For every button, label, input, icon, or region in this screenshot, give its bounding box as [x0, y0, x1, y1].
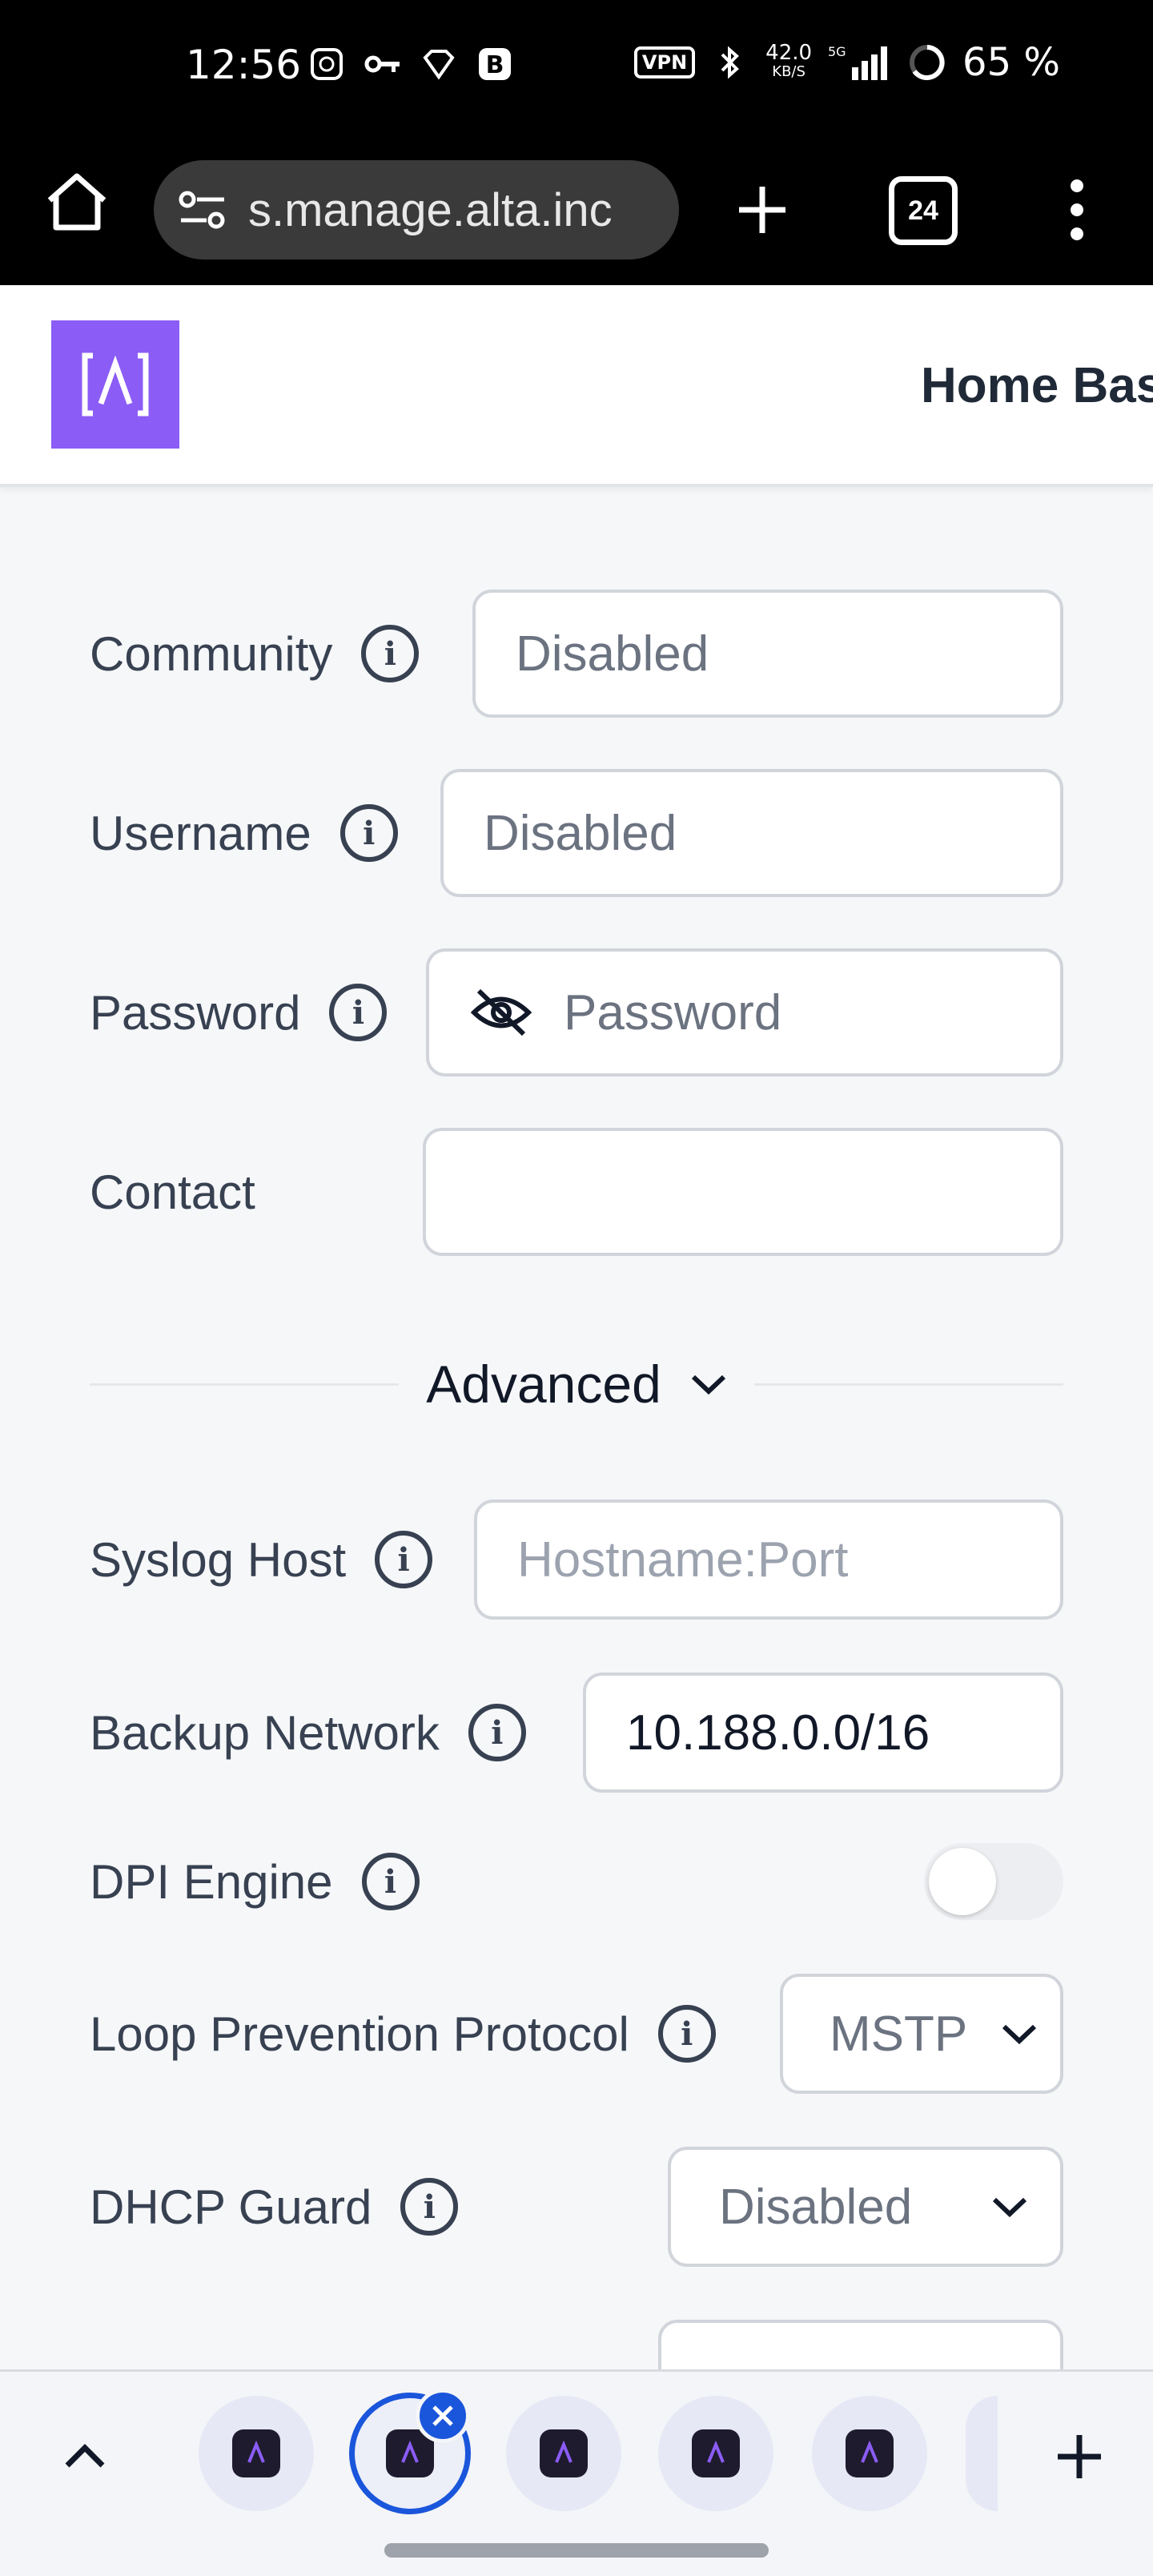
loop-prevention-label: Loop Prevention Protocol: [90, 2006, 629, 2061]
advanced-toggle-button[interactable]: Advanced: [399, 1354, 754, 1415]
contact-label: Contact: [90, 1165, 255, 1219]
contact-row: Contact: [90, 1128, 1063, 1256]
site-title[interactable]: Home Bas: [921, 357, 1153, 414]
tab-thumbnail-partial[interactable]: [966, 2396, 998, 2511]
plus-icon: [1058, 2435, 1101, 2478]
expand-tabs-button[interactable]: [48, 2420, 122, 2493]
password-label: Password: [90, 985, 301, 1040]
add-tab-button[interactable]: [1038, 2415, 1121, 2498]
alta-favicon: [846, 2429, 894, 2477]
partial-field[interactable]: [658, 2320, 1063, 2369]
tab-thumbnail[interactable]: [812, 2396, 927, 2511]
new-tab-button[interactable]: [721, 168, 804, 252]
syslog-host-row: Syslog Host i Hostname:Port: [90, 1499, 1063, 1620]
partial-row: [90, 2320, 1063, 2369]
settings-form: Community i Disabled Username i Disabled…: [0, 487, 1153, 2369]
vpn-badge: VPN: [633, 46, 696, 78]
loop-prevention-row: Loop Prevention Protocol i MSTP: [90, 1974, 1063, 2094]
loop-prevention-select[interactable]: MSTP: [780, 1974, 1063, 2094]
community-row: Community i Disabled: [90, 590, 1063, 718]
tab-switcher-button[interactable]: 24: [889, 176, 958, 245]
plus-icon: [739, 187, 785, 233]
dpi-engine-row: DPI Engine i: [90, 1837, 1063, 1926]
dpi-engine-toggle[interactable]: [924, 1843, 1063, 1920]
info-icon[interactable]: i: [657, 2005, 716, 2063]
info-icon[interactable]: i: [361, 1853, 420, 1910]
bluetooth-icon: [711, 43, 749, 82]
svg-text:5G: 5G: [828, 44, 846, 59]
home-icon: [47, 173, 106, 231]
dhcp-guard-label: DHCP Guard: [90, 2180, 372, 2234]
alta-favicon: [540, 2429, 588, 2477]
tab-thumbnail[interactable]: [658, 2396, 773, 2511]
info-icon[interactable]: i: [400, 2178, 459, 2236]
dhcp-guard-select[interactable]: Disabled: [668, 2147, 1063, 2267]
dhcp-guard-row: DHCP Guard i Disabled: [90, 2147, 1063, 2267]
clock: 12:56: [186, 42, 302, 88]
tab-thumbnail[interactable]: [506, 2396, 621, 2511]
site-settings-icon[interactable]: [178, 188, 229, 231]
browser-toolbar: s.manage.alta.inc 24: [0, 133, 1153, 285]
info-icon[interactable]: i: [329, 984, 388, 1041]
active-tab-thumbnail[interactable]: [349, 2389, 471, 2514]
chevron-down-icon: [691, 1375, 725, 1395]
key-icon: [364, 45, 402, 83]
address-bar[interactable]: s.manage.alta.inc: [154, 160, 679, 260]
home-button[interactable]: [40, 165, 114, 239]
syslog-host-field[interactable]: Hostname:Port: [474, 1499, 1063, 1620]
alta-logo[interactable]: [51, 320, 179, 449]
password-placeholder: Password: [564, 984, 782, 1040]
tab-strip: [0, 2369, 1153, 2576]
community-label: Community: [90, 626, 333, 681]
battery-level: 65 %: [962, 40, 1060, 85]
password-field[interactable]: Password: [426, 948, 1063, 1077]
username-field[interactable]: Disabled: [440, 769, 1063, 897]
backup-network-field[interactable]: 10.188.0.0/16: [583, 1672, 1063, 1793]
alta-favicon: [692, 2429, 740, 2477]
username-row: Username i Disabled: [90, 769, 1063, 897]
app-header: Home Bas: [0, 285, 1153, 487]
info-icon[interactable]: i: [468, 1704, 526, 1761]
url-text: s.manage.alta.inc: [248, 183, 613, 236]
info-icon[interactable]: i: [375, 1531, 433, 1588]
backup-network-label: Backup Network: [90, 1705, 440, 1760]
community-field[interactable]: Disabled: [472, 590, 1063, 718]
signal-icon: 5G: [828, 43, 892, 82]
advanced-divider: Advanced: [90, 1344, 1063, 1424]
b-app-icon: B: [476, 45, 514, 83]
app-notification-icon: [307, 45, 346, 83]
gesture-handle: [384, 2543, 769, 2558]
battery-icon: [908, 43, 946, 82]
chevron-down-icon: [1002, 2024, 1037, 2045]
close-tab-button[interactable]: [416, 2389, 470, 2443]
svg-text:B: B: [486, 51, 504, 79]
info-icon[interactable]: i: [361, 625, 420, 682]
eye-off-icon[interactable]: [471, 986, 532, 1039]
syslog-host-label: Syslog Host: [90, 1532, 347, 1587]
contact-field[interactable]: [423, 1128, 1063, 1256]
shield-icon: [420, 45, 458, 83]
chevron-down-icon: [992, 2197, 1027, 2218]
username-label: Username: [90, 806, 311, 860]
backup-network-row: Backup Network i 10.188.0.0/16: [90, 1672, 1063, 1793]
info-icon[interactable]: i: [339, 804, 398, 862]
password-row: Password i Password: [90, 948, 1063, 1077]
tab-thumbnail[interactable]: [199, 2396, 314, 2511]
network-speed: 42.0 KB/S: [765, 41, 813, 80]
status-bar: 12:56 B VPN 42.0 KB/S 5G 65 %: [0, 0, 1153, 133]
alta-favicon: [232, 2429, 280, 2477]
close-icon: [432, 2405, 453, 2426]
chevron-up-icon: [65, 2444, 105, 2468]
advanced-label: Advanced: [426, 1354, 661, 1414]
browser-menu-button[interactable]: [1049, 168, 1105, 252]
dpi-engine-label: DPI Engine: [90, 1854, 333, 1909]
